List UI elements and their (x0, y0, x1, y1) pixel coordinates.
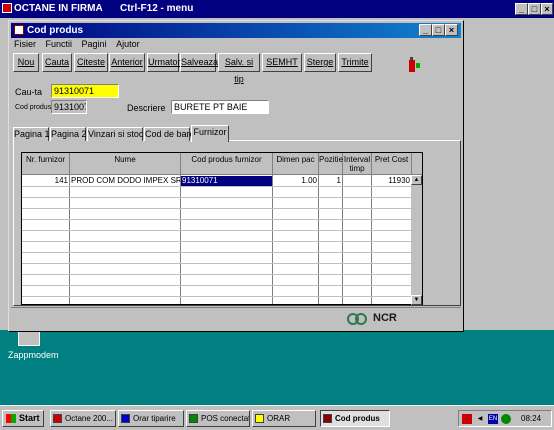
window-titlebar: Cod produs _ □ × (11, 23, 461, 38)
nou-button[interactable]: Nou (13, 53, 39, 72)
semht-button[interactable]: SEMHT (262, 53, 302, 72)
window-title: Cod produs (27, 25, 84, 36)
speaker-icon[interactable]: ◀ (475, 414, 485, 424)
taskbar-item-label: POS conectat (201, 414, 250, 423)
grid-line (22, 252, 422, 253)
citeste-button[interactable]: Citeste (74, 53, 108, 72)
furnizor-table: Nr. furnizor Nume Cod produs furnizor Di… (21, 152, 423, 305)
cell-interval-timp[interactable] (343, 176, 371, 186)
tray-app-icon[interactable] (462, 414, 472, 424)
grid-line (22, 197, 422, 198)
tab-cod-de-bare[interactable]: Cod de bare (144, 127, 195, 141)
cell-cod-produs-furnizor[interactable]: 91310071 (181, 176, 272, 186)
col-header[interactable]: Cod produs furnizor (181, 153, 273, 175)
descriere-label: Descriere (127, 103, 166, 113)
grid-line (22, 230, 422, 231)
col-header[interactable]: Dimen pac (273, 153, 319, 175)
cell-pozitie[interactable]: 1 (319, 176, 342, 186)
menu-fisier[interactable]: Fisier (14, 39, 36, 49)
system-tray: ◀ EN 08:24 (458, 410, 552, 427)
scroll-up-icon[interactable]: ▲ (411, 175, 422, 185)
taskbar-item-label: Cod produs (335, 414, 380, 423)
menu-pagini[interactable]: Pagini (82, 39, 107, 49)
start-button[interactable]: Start (2, 410, 44, 427)
grid-line (22, 285, 422, 286)
taskbar-item-label: Octane 200... (65, 414, 114, 423)
cod-produs-label: Cod produs (15, 104, 52, 111)
cell-nr-furnizor[interactable]: 141 (22, 176, 69, 186)
windows-logo-icon (6, 414, 16, 423)
col-header[interactable]: Interval timp (343, 153, 372, 175)
table-header: Nr. furnizor Nume Cod produs furnizor Di… (22, 153, 422, 175)
grid-line (22, 219, 422, 220)
search-input[interactable]: 91310071 (51, 84, 119, 98)
col-header[interactable]: Nr. furnizor (22, 153, 70, 175)
desktop-icon-label[interactable]: Zappmodem (8, 350, 59, 360)
window-icon (14, 25, 24, 35)
app-icon (189, 414, 198, 423)
grid-line (22, 274, 422, 275)
taskbar-item-label: Orar tiparire (133, 414, 176, 423)
taskbar-item[interactable]: Orar tiparire (118, 410, 184, 427)
sterge-button[interactable]: Sterge (304, 53, 336, 72)
language-icon[interactable]: EN (488, 414, 498, 424)
tab-vinzari-si-stoc[interactable]: Vinzari si stoc (87, 127, 143, 141)
taskbar-item[interactable]: Octane 200... (50, 410, 116, 427)
app-titlebar: OCTANE IN FIRMA Ctrl-F12 - menu _ □ × (0, 0, 554, 18)
taskbar: Start Octane 200... Orar tiparire POS co… (0, 405, 554, 430)
grid-line (22, 241, 422, 242)
clock[interactable]: 08:24 (521, 414, 541, 423)
cauta-button[interactable]: Cauta (42, 53, 72, 72)
app-icon (121, 414, 130, 423)
app-icon (53, 414, 62, 423)
col-header[interactable]: Nume (70, 153, 181, 175)
grid-line (22, 186, 422, 187)
close-icon[interactable]: × (445, 24, 458, 36)
descriere-field[interactable]: BURETE PT BAIE (171, 100, 269, 114)
maximize-icon[interactable]: □ (528, 3, 541, 15)
grid-line (22, 296, 422, 297)
menu-bar: Fisier Functii Pagini Ajutor (11, 39, 144, 51)
minimize-icon[interactable]: _ (515, 3, 528, 15)
tab-furnizor[interactable]: Furnizor (191, 125, 229, 142)
taskbar-item-active[interactable]: Cod produs (320, 410, 390, 427)
minimize-icon[interactable]: _ (419, 24, 432, 36)
search-label: Cau-ta (15, 87, 43, 97)
menu-functii[interactable]: Functii (46, 39, 73, 49)
taskbar-item[interactable]: ORAR (252, 410, 316, 427)
cod-produs-field: 91310071 (51, 100, 87, 114)
taskbar-item[interactable]: POS conectat (186, 410, 250, 427)
cell-nume[interactable]: PROD COM DODO IMPEX SRL (70, 176, 180, 186)
app-icon (2, 3, 12, 13)
menu-ajutor[interactable]: Ajutor (116, 39, 140, 49)
logo-text: NCR (373, 312, 397, 324)
tab-pagina-1[interactable]: Pagina 1 (13, 127, 50, 141)
anterior-button[interactable]: Anterior (109, 53, 145, 72)
table-scrollbar[interactable]: ▲ ▼ (411, 175, 422, 305)
close-icon[interactable]: × (541, 3, 553, 15)
scroll-down-icon[interactable]: ▼ (411, 295, 422, 305)
taskbar-item-label: ORAR (267, 414, 291, 423)
ncr-ring-icon (355, 313, 367, 325)
maximize-icon[interactable]: □ (432, 24, 445, 36)
start-label: Start (19, 413, 40, 423)
salv-si-tip-button[interactable]: Salv. si tip (218, 53, 260, 84)
fire-extinguisher-icon[interactable] (407, 55, 421, 73)
grid-line (22, 208, 422, 209)
app-icon (323, 414, 332, 423)
tab-pagina-2[interactable]: Pagina 2 (50, 127, 87, 141)
grid-line (22, 263, 422, 264)
trimite-button[interactable]: Trimite (338, 53, 372, 72)
app-shortcut-hint: Ctrl-F12 - menu (120, 3, 194, 14)
cod-produs-window: Cod produs _ □ × Fisier Functii Pagini A… (8, 20, 464, 332)
col-header[interactable]: Pret Cost (372, 153, 412, 175)
network-icon[interactable] (501, 414, 511, 424)
app-icon (255, 414, 264, 423)
cell-dimen-pac[interactable]: 1.00 (273, 176, 318, 186)
salveaza-button[interactable]: Salveaza (180, 53, 218, 72)
col-header[interactable]: Pozitie (319, 153, 343, 175)
urmator-button[interactable]: Urmator (147, 53, 181, 72)
app-title: OCTANE IN FIRMA (14, 3, 103, 14)
cell-pret-cost[interactable]: 11930 (372, 176, 411, 186)
